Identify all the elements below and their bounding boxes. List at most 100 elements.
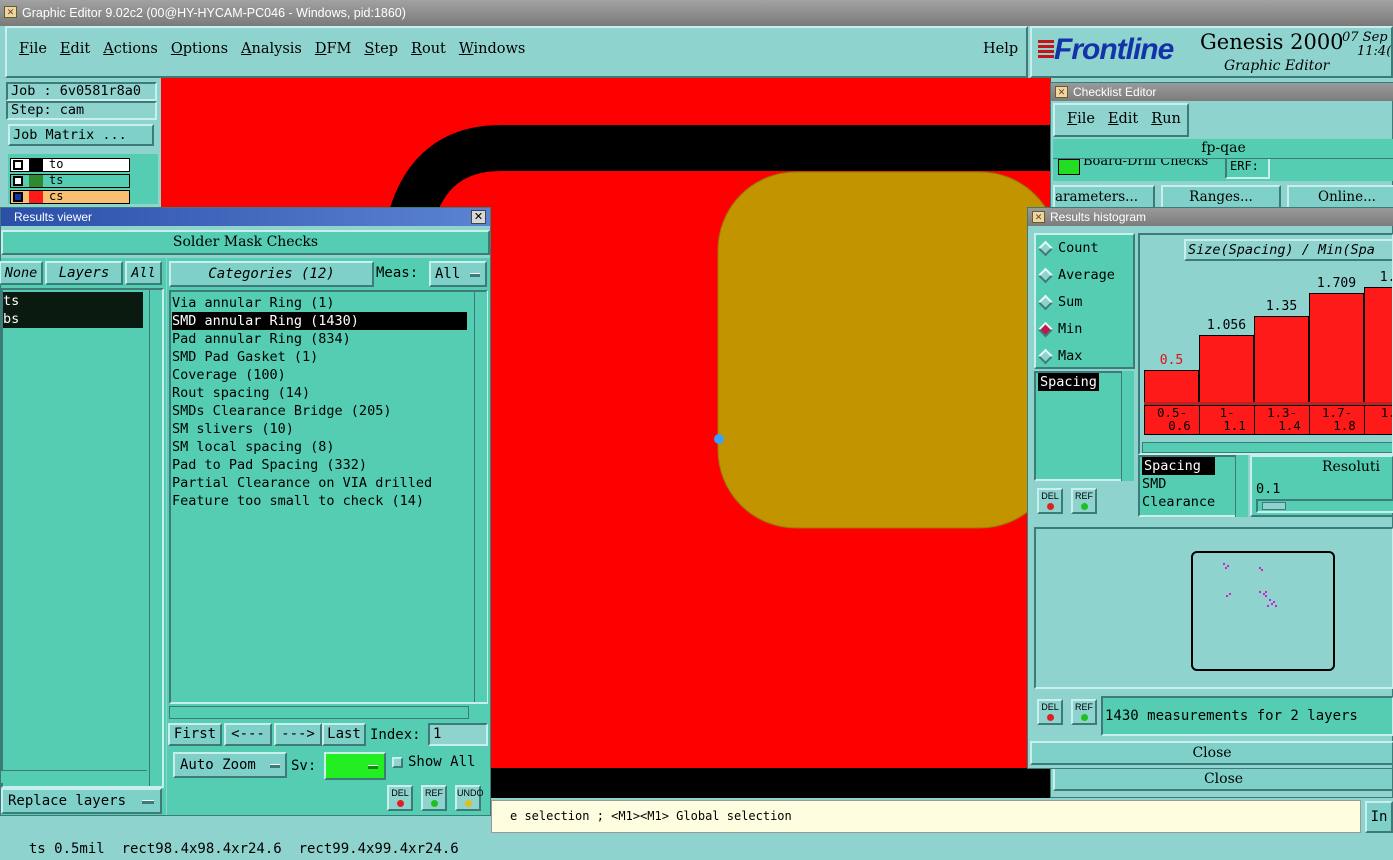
resolution-slider[interactable] — [1256, 499, 1393, 513]
histogram-bar[interactable] — [1309, 293, 1364, 402]
meas-type-scrollbar[interactable] — [1235, 455, 1248, 517]
mode-sum-radio[interactable]: Sum — [1036, 289, 1133, 316]
none-button[interactable]: None — [0, 261, 43, 285]
list-item-selected[interactable]: SMD annular Ring (1430) — [172, 312, 467, 330]
measure-list[interactable]: Spacing — [1034, 371, 1134, 481]
layer-row[interactable]: ts — [10, 173, 130, 188]
layers-button[interactable]: Layers — [45, 261, 123, 285]
show-all-checkbox[interactable] — [392, 757, 403, 768]
result-dots — [1223, 563, 1277, 607]
ref-button[interactable]: REF — [421, 785, 447, 811]
list-item[interactable]: Pad to Pad Spacing (332) — [172, 456, 467, 474]
replace-layers-menu[interactable]: Replace layers — [1, 788, 162, 814]
list-item-selected[interactable]: Spacing — [1038, 373, 1099, 391]
list-item[interactable]: Rout spacing (14) — [172, 384, 467, 402]
menu-dfm[interactable]: DFM — [315, 41, 352, 57]
list-item[interactable]: Feature too small to check (14) — [172, 492, 467, 510]
list-item[interactable]: Pad annular Ring (834) — [172, 330, 467, 348]
undo-button[interactable]: UNDO — [455, 785, 484, 811]
radio-icon — [1037, 321, 1054, 338]
list-item[interactable]: SMD — [1142, 475, 1215, 493]
categories-button[interactable]: Categories (12) — [169, 261, 374, 287]
replace-layers-label: Replace layers — [8, 793, 127, 809]
last-button[interactable]: Last — [322, 723, 366, 746]
list-item[interactable]: SM local spacing (8) — [172, 438, 467, 456]
menu-help[interactable]: Help — [983, 41, 1018, 57]
first-button[interactable]: First — [168, 723, 222, 746]
layer-result-items: ts bs — [3, 292, 143, 328]
categories-scrollbar[interactable] — [474, 292, 487, 702]
mode-min-radio[interactable]: Min — [1036, 316, 1133, 343]
categories-hscroll[interactable] — [169, 706, 469, 719]
menu-actions[interactable]: Actions — [103, 41, 158, 57]
mode-count-radio[interactable]: Count — [1036, 235, 1133, 262]
layer-list-hscroll[interactable] — [1, 770, 147, 783]
menu-analysis[interactable]: Analysis — [241, 41, 302, 57]
list-item[interactable]: Via annular Ring (1) — [172, 294, 467, 312]
job-matrix-button[interactable]: Job Matrix ... — [8, 124, 154, 146]
list-item[interactable]: Clearance — [1142, 493, 1215, 511]
menu-windows[interactable]: Windows — [459, 41, 526, 57]
histogram-del-button[interactable]: DEL — [1037, 488, 1063, 514]
slider-thumb[interactable] — [1262, 502, 1286, 510]
layer-checkbox[interactable] — [13, 192, 23, 202]
measure-list-scrollbar[interactable] — [1121, 371, 1134, 481]
chart-hscroll[interactable] — [1142, 442, 1392, 453]
checklist-menu-run[interactable]: Run — [1151, 111, 1181, 127]
ranges-button[interactable]: Ranges... — [1161, 185, 1281, 209]
map-ref-button[interactable]: REF — [1071, 699, 1097, 725]
prompt-button[interactable]: In — [1365, 801, 1393, 833]
layer-checkbox[interactable] — [13, 160, 23, 170]
list-item[interactable]: SMDs Clearance Bridge (205) — [172, 402, 467, 420]
checklist-row[interactable]: Board-Drill Checks ERF: — [1053, 159, 1393, 181]
checklist-close-button[interactable]: Close — [1053, 767, 1393, 791]
list-item[interactable]: Partial Clearance on VIA drilled — [172, 474, 467, 492]
histogram-ref-button[interactable]: REF — [1071, 488, 1097, 514]
results-viewer-close-icon[interactable]: ✕ — [471, 210, 486, 224]
layer-color-swatch — [29, 191, 43, 203]
layer-list-scrollbar[interactable] — [149, 290, 162, 786]
menu-file[interactable]: File — [19, 41, 47, 57]
list-item[interactable]: Coverage (100) — [172, 366, 467, 384]
result-dot — [1259, 591, 1261, 593]
checklist-titlebar: ✕ Checklist Editor — [1051, 83, 1393, 101]
layer-row[interactable]: to — [10, 157, 130, 172]
map-del-button[interactable]: DEL — [1037, 699, 1063, 725]
next-button[interactable]: ---> — [274, 723, 322, 746]
list-item[interactable]: SM slivers (10) — [172, 420, 467, 438]
histogram-bar[interactable] — [1144, 370, 1199, 402]
prev-button[interactable]: <--- — [224, 723, 272, 746]
mode-max-radio[interactable]: Max — [1036, 343, 1133, 370]
histogram-ref-label: REF — [1075, 491, 1093, 501]
checklist-menu-file[interactable]: File — [1067, 111, 1095, 127]
del-button[interactable]: DEL — [387, 785, 413, 811]
meas-type-list[interactable]: Spacing SMD Clearance — [1138, 455, 1238, 517]
bar-range-label: 1.8 1 — [1365, 406, 1392, 434]
list-item[interactable]: SMD Pad Gasket (1) — [172, 348, 467, 366]
layer-checkbox[interactable] — [13, 176, 23, 186]
index-input[interactable]: 1 — [428, 723, 488, 746]
histogram-bar[interactable] — [1199, 335, 1254, 402]
auto-zoom-menu[interactable]: Auto Zoom — [173, 752, 287, 778]
list-item[interactable]: ts — [3, 292, 143, 310]
meas-select[interactable]: All — [429, 261, 487, 287]
menu-options[interactable]: Options — [171, 41, 228, 57]
online-button[interactable]: Online... — [1287, 185, 1393, 209]
categories-list[interactable]: Via annular Ring (1) SMD annular Ring (1… — [169, 290, 488, 704]
menu-edit[interactable]: Edit — [60, 41, 90, 57]
all-layers-button[interactable]: All — [125, 261, 162, 285]
checklist-menu-edit[interactable]: Edit — [1108, 111, 1138, 127]
histogram-close-button[interactable]: Close — [1030, 741, 1393, 765]
result-dot — [1267, 605, 1269, 607]
list-item[interactable]: bs — [3, 310, 143, 328]
list-item-selected[interactable]: Spacing — [1142, 457, 1216, 475]
layer-result-list[interactable]: ts bs — [1, 288, 164, 788]
layer-row[interactable]: cs — [10, 189, 130, 204]
histogram-bar[interactable] — [1254, 316, 1309, 402]
menu-step[interactable]: Step — [364, 41, 398, 57]
parameters-button[interactable]: arameters... — [1053, 185, 1155, 209]
menu-rout[interactable]: Rout — [411, 41, 446, 57]
sv-color-select[interactable] — [324, 752, 386, 780]
histogram-bar[interactable] — [1364, 287, 1392, 402]
mode-average-radio[interactable]: Average — [1036, 262, 1133, 289]
